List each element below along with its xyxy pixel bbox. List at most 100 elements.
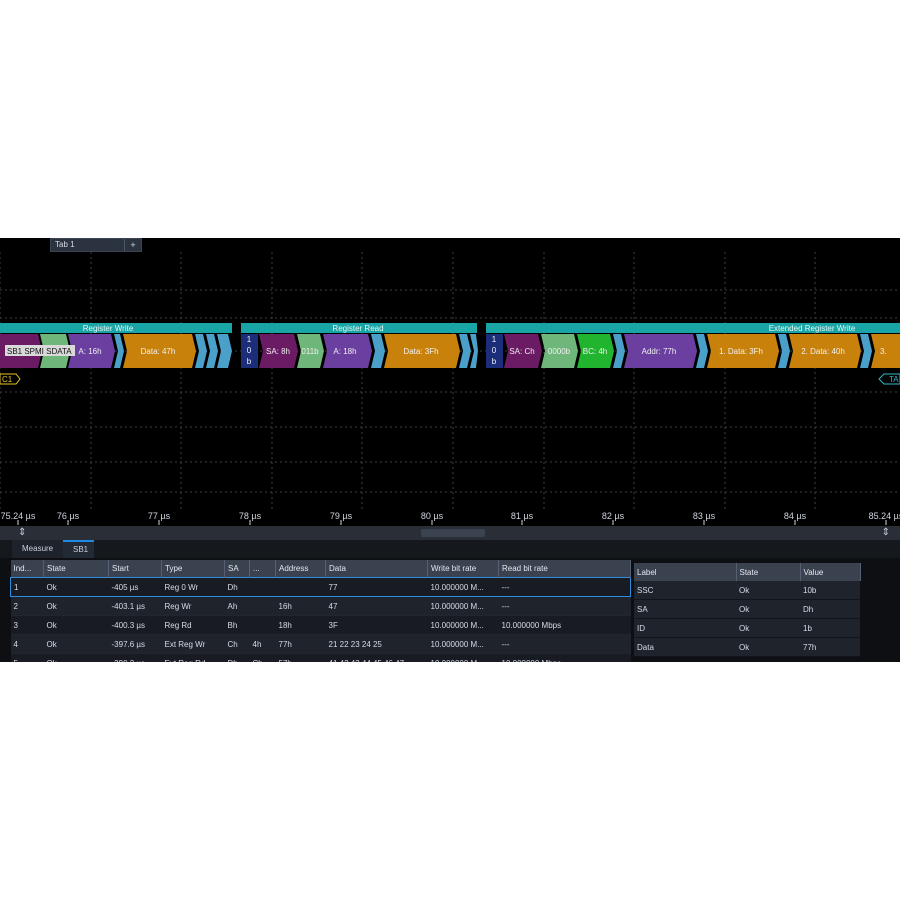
detail-column-header[interactable]: Label [634,563,737,581]
splitter-handle[interactable] [421,529,485,537]
table-cell: Reg 0 Wr [161,577,225,597]
detail-cell: Ok [736,599,800,619]
table-cell: 10.000000 M... [427,653,499,662]
column-header[interactable]: Address [275,560,326,578]
table-cell: 10.000000 Mbps [498,615,631,635]
detail-cell: SA [634,599,736,619]
time-axis: 75.24 µs 76 µs 77 µs 78 µs 79 µs 80 µs 81 µs 82… [1,511,900,525]
table-cell: 10.000000 M... [427,615,499,635]
table-cell: Ok [43,615,109,635]
table-cell: -400.3 µs [108,615,162,635]
time-tick-label: 83 µs [693,511,716,521]
table-row[interactable]: 3 Ok -400.3 µs Reg Rd Bh 18h 3F 10.000000 M... 1… [10,615,631,635]
detail-column-header[interactable]: State [736,563,801,581]
table-cell: Ah [224,596,250,616]
detail-cell: 77h [800,637,860,657]
table-cell: --- [498,596,631,616]
table-cell: 1 [10,577,44,597]
label-rw-data: Data: 47h [141,347,176,356]
decode-table-header: Ind... State Start Type SA... Address Data Writ… [10,560,631,578]
table-cell: 18h [275,615,326,635]
add-tab-button[interactable]: + [124,239,141,251]
time-tick-label: 82 µs [602,511,625,521]
label-er-addr: Addr: 77h [642,347,677,356]
label-er-bit-b: b [492,357,497,366]
column-header[interactable]: ... [249,560,276,578]
grid [0,252,900,512]
splitter-up-down-icon-right[interactable]: ⇕ [882,527,890,538]
table-cell [275,577,326,597]
table-cell: 4 [10,634,44,654]
detail-cell: SSC [634,581,736,600]
table-cell: 3F [325,615,428,635]
detail-row[interactable]: Data Ok 77h [634,637,860,657]
waveform-diagram[interactable]: Register Write Register Read Extended Re… [0,252,900,525]
splitter-up-down-icon[interactable]: ⇕ [18,527,26,538]
table-cell: Ok [43,596,109,616]
table-cell: -403.1 µs [108,596,162,616]
segment-rr-sep1 [371,334,385,368]
detail-cell: Dh [800,599,860,619]
table-cell: Ch [224,634,250,654]
time-tick-label: 81 µs [511,511,534,521]
detail-cell: Ok [736,618,800,638]
panel-splitter[interactable]: ⇕ ⇕ [0,526,900,540]
table-cell: 10.000000 M... [427,634,499,654]
column-header[interactable]: Start [108,560,162,578]
table-cell: 3 [10,615,44,635]
table-cell: -405 µs [108,577,162,597]
column-header[interactable]: Read bit rate [498,560,631,578]
table-cell: 57h [275,653,326,662]
column-header[interactable]: Write bit rate [427,560,499,578]
label-er-d2: 2. Data: 40h [801,347,845,356]
detail-table-header: Label State Value [634,563,861,581]
label-er-bc: BC: 4h [583,347,607,356]
label-rr-data: Data: 3Fh [403,347,438,356]
table-cell: Dh [224,577,250,597]
segment-er-sep2 [696,334,708,368]
trigger-label: TA [889,375,899,384]
table-cell: Dh [224,653,250,662]
table-cell: Ext Reg Rd [161,653,225,662]
table-cell: 10.000000 Mbps [498,653,631,662]
table-cell: 5 [10,653,44,662]
column-header[interactable]: State [43,560,109,578]
table-cell: Ok [43,634,109,654]
oscilloscope-view: Tab 1 + Register Write Register Read Ext… [0,238,900,662]
label-rr-bit-1: 1 [247,335,252,344]
tab-sb1[interactable]: SB1 [63,540,94,558]
tab-measure[interactable]: Measure [12,540,64,558]
frame-label-extended-register-write: Extended Register Write [769,324,856,333]
table-row[interactable]: 1 Ok -405 µs Reg 0 Wr Dh 77 10.000000 M... --- [10,577,631,597]
detail-row[interactable]: ID Ok 1b [634,618,860,638]
table-row[interactable]: 5Ok-390.3 µsExt Reg RdDhCh57h41 42 43 44… [10,653,631,662]
time-tick-label: 80 µs [421,511,444,521]
label-rr-a: A: 18h [333,347,356,356]
label-er-sa: SA: Ch [509,347,534,356]
segment-rw-sep3 [206,334,218,368]
column-header[interactable]: SA [224,560,250,578]
table-cell: -397.6 µs [108,634,162,654]
detail-cell: Ok [736,581,800,600]
detail-row[interactable]: SA Ok Dh [634,599,860,619]
table-row[interactable]: 2 Ok -403.1 µs Reg Wr Ah 16h 47 10.000000 M... -… [10,596,631,616]
column-header[interactable]: Type [161,560,225,578]
label-er-bit-0: 0 [492,346,497,355]
table-cell: 77h [275,634,326,654]
detail-table: Label State Value SSC Ok 10b SA Ok Dh ID Ok 1b Data… [634,563,861,657]
time-tick-label: 78 µs [239,511,262,521]
detail-row[interactable]: SSC Ok 10b [634,581,860,600]
table-cell: 2 [10,596,44,616]
column-header[interactable]: Data [325,560,428,578]
table-cell: --- [498,634,631,654]
table-cell: 47 [325,596,428,616]
time-tick-label: 85.24 µs [869,511,900,521]
table-cell: Bh [224,615,250,635]
column-header[interactable]: Ind... [10,560,44,578]
label-rw-a: A: 16h [78,347,101,356]
tab-1[interactable]: Tab 1 [55,240,75,249]
detail-cell: ID [634,618,736,638]
detail-column-header[interactable]: Value [800,563,861,581]
detail-cell: Data [634,637,736,657]
table-row[interactable]: 4 Ok -397.6 µs Ext Reg Wr Ch 4h 77h 21 22 23 24… [10,634,631,654]
